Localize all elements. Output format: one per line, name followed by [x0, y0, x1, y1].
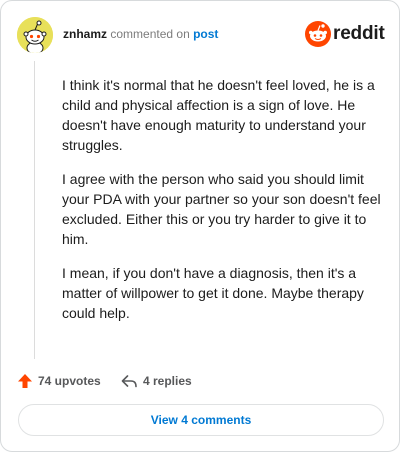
view-comments-button[interactable]: View 4 comments: [18, 404, 384, 436]
comment-paragraph: I agree with the person who said you sho…: [62, 171, 381, 247]
reply-arrow-icon: [121, 375, 137, 388]
meta-verb: commented on: [110, 27, 190, 41]
comment-header: znhamz commented on post reddit: [17, 17, 385, 53]
comment-actions: 74 upvotes 4 replies: [17, 371, 377, 391]
comment-card: znhamz commented on post reddit I think …: [0, 0, 400, 452]
reddit-snoo-icon: [305, 21, 331, 47]
brand-wordmark: reddit: [333, 23, 385, 44]
comment-paragraph: I mean, if you don't have a diagnosis, t…: [62, 265, 364, 321]
comment-body: I think it's normal that he doesn't feel…: [62, 75, 384, 337]
upvote-button[interactable]: 74 upvotes: [17, 371, 101, 391]
reddit-logo[interactable]: reddit: [305, 21, 385, 47]
replies-count: 4 replies: [143, 374, 192, 388]
upvote-arrow-icon: [18, 374, 32, 388]
thread-line: [34, 61, 35, 359]
comment-meta: znhamz commented on post: [63, 26, 218, 42]
upvote-count: 74 upvotes: [38, 374, 101, 388]
username-link[interactable]: znhamz: [63, 27, 107, 41]
post-link[interactable]: post: [193, 27, 218, 41]
comment-paragraph: I think it's normal that he doesn't feel…: [62, 77, 375, 153]
replies-button[interactable]: 4 replies: [121, 371, 192, 391]
snoo-avatar-icon[interactable]: [17, 17, 53, 53]
